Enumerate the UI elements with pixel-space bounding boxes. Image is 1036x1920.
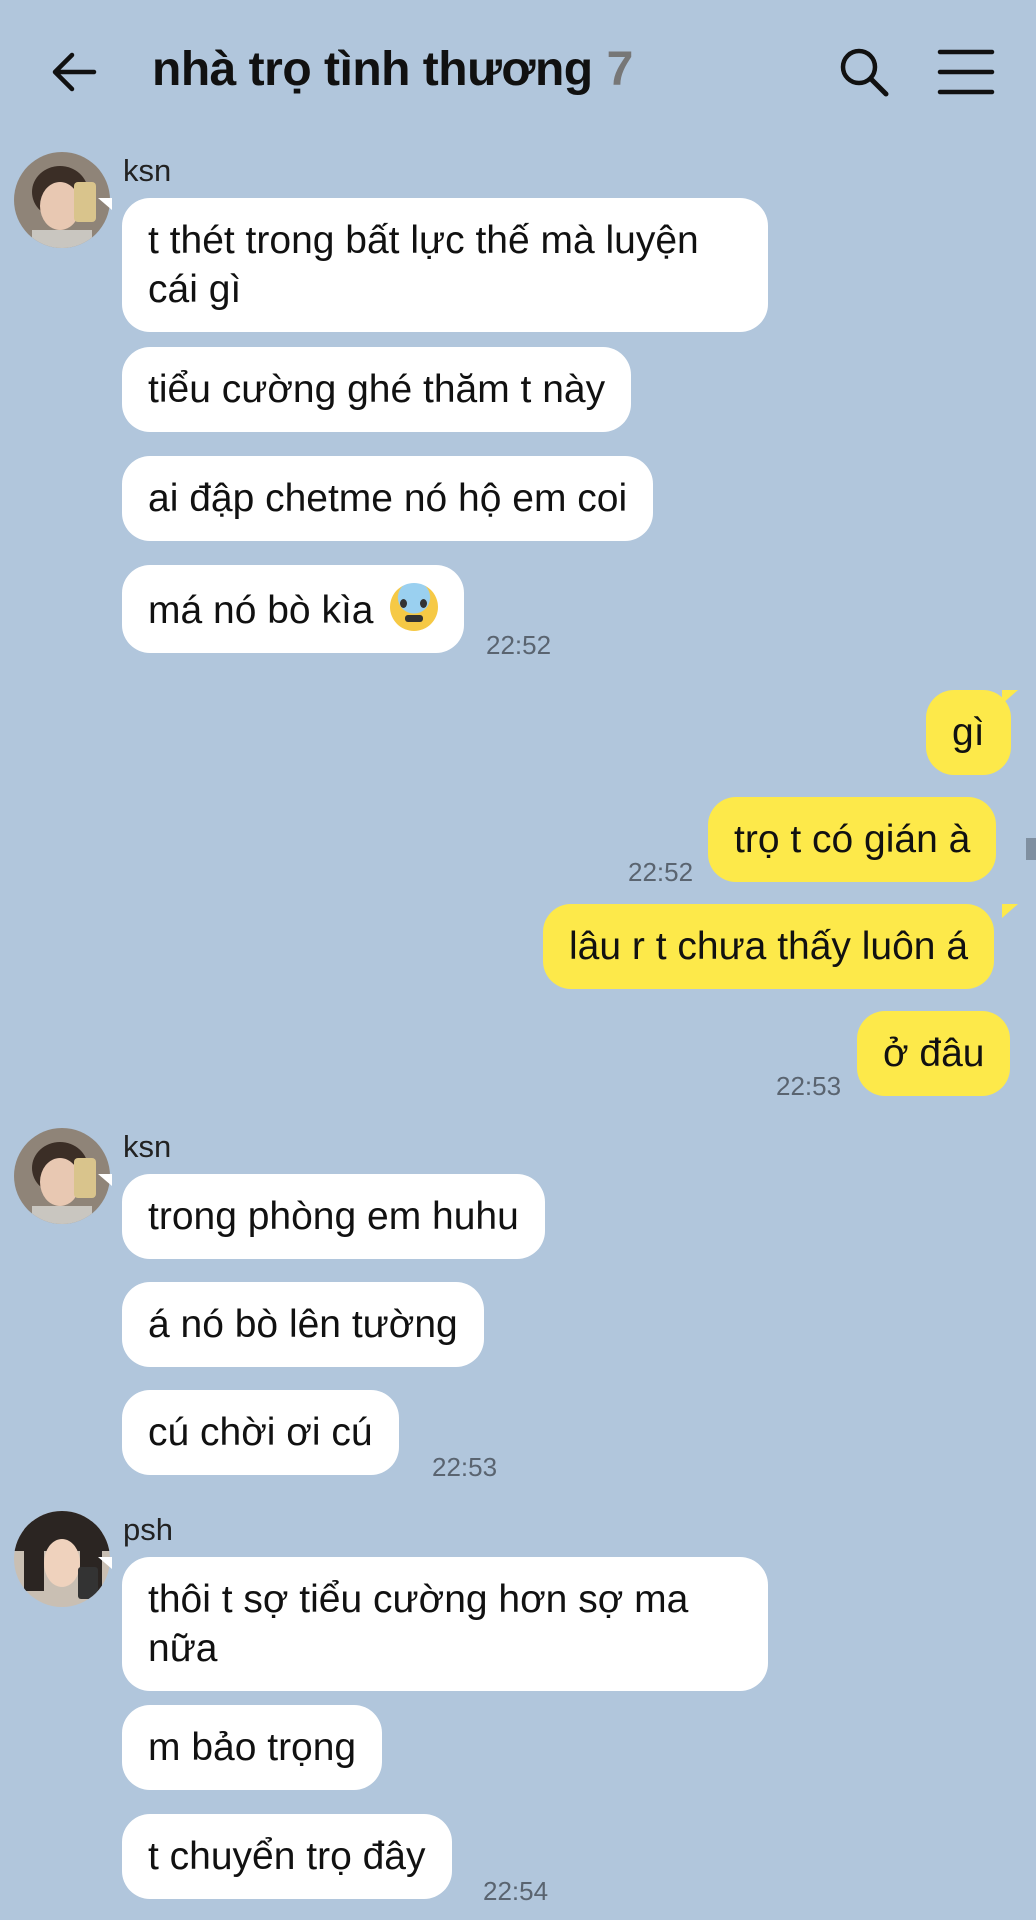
avatar-psh	[14, 1511, 110, 1607]
message-bubble[interactable]: trong phòng em huhu	[122, 1174, 545, 1259]
message-bubble[interactable]: cú chời ơi cú	[122, 1390, 399, 1475]
search-icon	[840, 48, 889, 97]
bubble-tail	[98, 1557, 112, 1569]
hamburger-menu-icon	[937, 49, 995, 95]
message-bubble[interactable]: t thét trong bất lực thế mà luyện cái gì	[122, 198, 768, 332]
message-text: má nó bò kìa	[148, 589, 374, 632]
anxious-face-emoji	[390, 583, 439, 631]
timestamp: 22:52	[486, 630, 552, 660]
message-bubble[interactable]: m bảo trọng	[122, 1705, 383, 1790]
timestamp: 22:52	[628, 857, 694, 887]
avatar-ksn	[14, 1128, 110, 1224]
chat-header: nhà trọ tình thương 7	[0, 0, 1036, 140]
my-message-bubble[interactable]: trọ t có gián à	[708, 797, 997, 882]
my-message-bubble[interactable]: lâu r t chưa thấy luôn á	[543, 904, 995, 989]
group-name: nhà trọ tình thương	[152, 43, 593, 96]
search-button[interactable]	[836, 44, 892, 100]
bubble-tail	[1002, 904, 1018, 918]
avatar-ksn	[14, 152, 110, 248]
sender-name: psh	[123, 1512, 173, 1547]
avatar[interactable]	[14, 1128, 110, 1224]
message-bubble[interactable]: t chuyển trọ đây	[122, 1814, 452, 1899]
timestamp: 22:53	[776, 1071, 842, 1101]
scroll-indicator[interactable]	[1026, 838, 1036, 860]
timestamp: 22:54	[483, 1876, 549, 1906]
back-button[interactable]	[46, 44, 102, 100]
bubble-tail	[98, 198, 112, 210]
my-message-bubble[interactable]: ở đâu	[857, 1011, 1011, 1096]
bubble-tail	[1002, 690, 1018, 704]
chat-title: nhà trọ tình thương 7	[152, 42, 633, 97]
sender-name: ksn	[123, 153, 172, 188]
bubble-tail	[98, 1174, 112, 1186]
my-message-bubble[interactable]: gì	[926, 690, 1011, 775]
message-bubble[interactable]: má nó bò kìa	[122, 565, 465, 653]
message-bubble[interactable]: thôi t sợ tiểu cường hơn sợ ma nữa	[122, 1557, 768, 1691]
sender-name: ksn	[123, 1129, 172, 1164]
avatar[interactable]	[14, 1511, 110, 1607]
avatar[interactable]	[14, 152, 110, 248]
message-bubble[interactable]: tiểu cường ghé thăm t này	[122, 347, 632, 432]
arrow-left-icon	[52, 52, 97, 92]
menu-button[interactable]	[936, 46, 996, 98]
message-bubble[interactable]: ai đập chetme nó hộ em coi	[122, 456, 654, 541]
member-count: 7	[606, 43, 634, 96]
timestamp: 22:53	[432, 1452, 498, 1482]
message-bubble[interactable]: á nó bò lên tường	[122, 1282, 484, 1367]
